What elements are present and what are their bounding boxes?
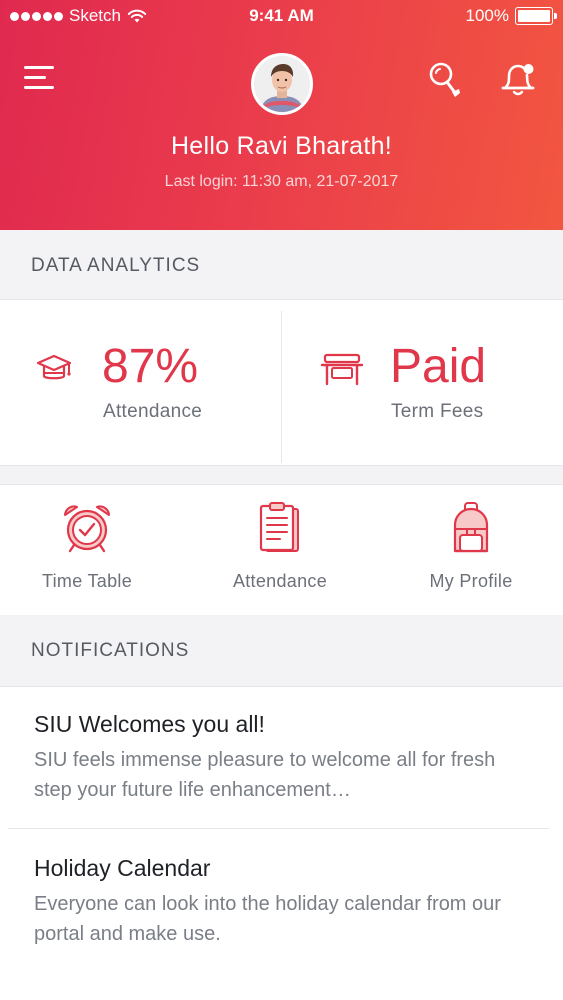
data-analytics-header: DATA ANALYTICS (0, 230, 563, 300)
notification-body: Everyone can look into the holiday calen… (34, 893, 501, 945)
analytics-panel: 87% Attendance Paid Term Fees (0, 301, 563, 465)
header: Sketch 9:41 AM 100% Hello Ravi Bharath! … (0, 0, 563, 230)
desk-icon (320, 353, 364, 386)
data-analytics-title: DATA ANALYTICS (31, 255, 201, 276)
dashboard-screen: Sketch 9:41 AM 100% Hello Ravi Bharath! … (0, 0, 563, 1000)
clipboard-icon (259, 502, 299, 552)
term-fees-status: Paid (390, 340, 487, 393)
time-table-label: Time Table (41, 571, 133, 591)
battery-icon (515, 7, 557, 25)
attendance-button[interactable]: Attendance (186, 485, 374, 615)
attendance-link-label: Attendance (232, 571, 328, 591)
time-table-button[interactable]: Time Table (0, 485, 181, 615)
attendance-stat[interactable]: 87% Attendance (0, 301, 281, 465)
avatar[interactable] (251, 53, 313, 115)
term-fees-stat[interactable]: Paid Term Fees (282, 301, 563, 465)
notification-item[interactable]: SIU Welcomes you all! SIU feels immense … (8, 711, 549, 811)
greeting-text: Hello Ravi Bharath! (170, 132, 393, 160)
bell-icon[interactable] (500, 60, 536, 98)
quick-links: Time Table Attendance My Profile (0, 485, 563, 615)
graduation-cap-icon (36, 354, 72, 380)
attendance-label: Attendance (103, 401, 203, 422)
avatar-image (254, 56, 310, 112)
notification-title: Holiday Calendar (34, 855, 211, 881)
status-bar: Sketch 9:41 AM 100% (0, 0, 563, 32)
menu-icon[interactable] (24, 66, 56, 92)
my-profile-button[interactable]: My Profile (377, 485, 563, 615)
my-profile-label: My Profile (429, 571, 513, 591)
notifications-header: NOTIFICATIONS (0, 615, 563, 687)
notification-title: SIU Welcomes you all! (34, 711, 265, 737)
notification-divider (8, 828, 549, 829)
battery-percentage: 100% (465, 6, 509, 25)
last-login-text: Last login: 11:30 am, 21-07-2017 (164, 173, 399, 190)
notification-item[interactable]: Holiday Calendar Everyone can look into … (8, 855, 549, 955)
section-separator (0, 465, 563, 485)
term-fees-label: Term Fees (391, 401, 484, 422)
notifications-title: NOTIFICATIONS (31, 640, 190, 661)
backpack-icon (453, 502, 489, 553)
status-right: 100% (465, 6, 557, 26)
search-icon[interactable] (428, 60, 462, 100)
notification-body: SIU feels immense pleasure to welcome al… (34, 749, 496, 801)
attendance-percentage: 87% (102, 340, 199, 393)
alarm-clock-icon (64, 505, 110, 553)
